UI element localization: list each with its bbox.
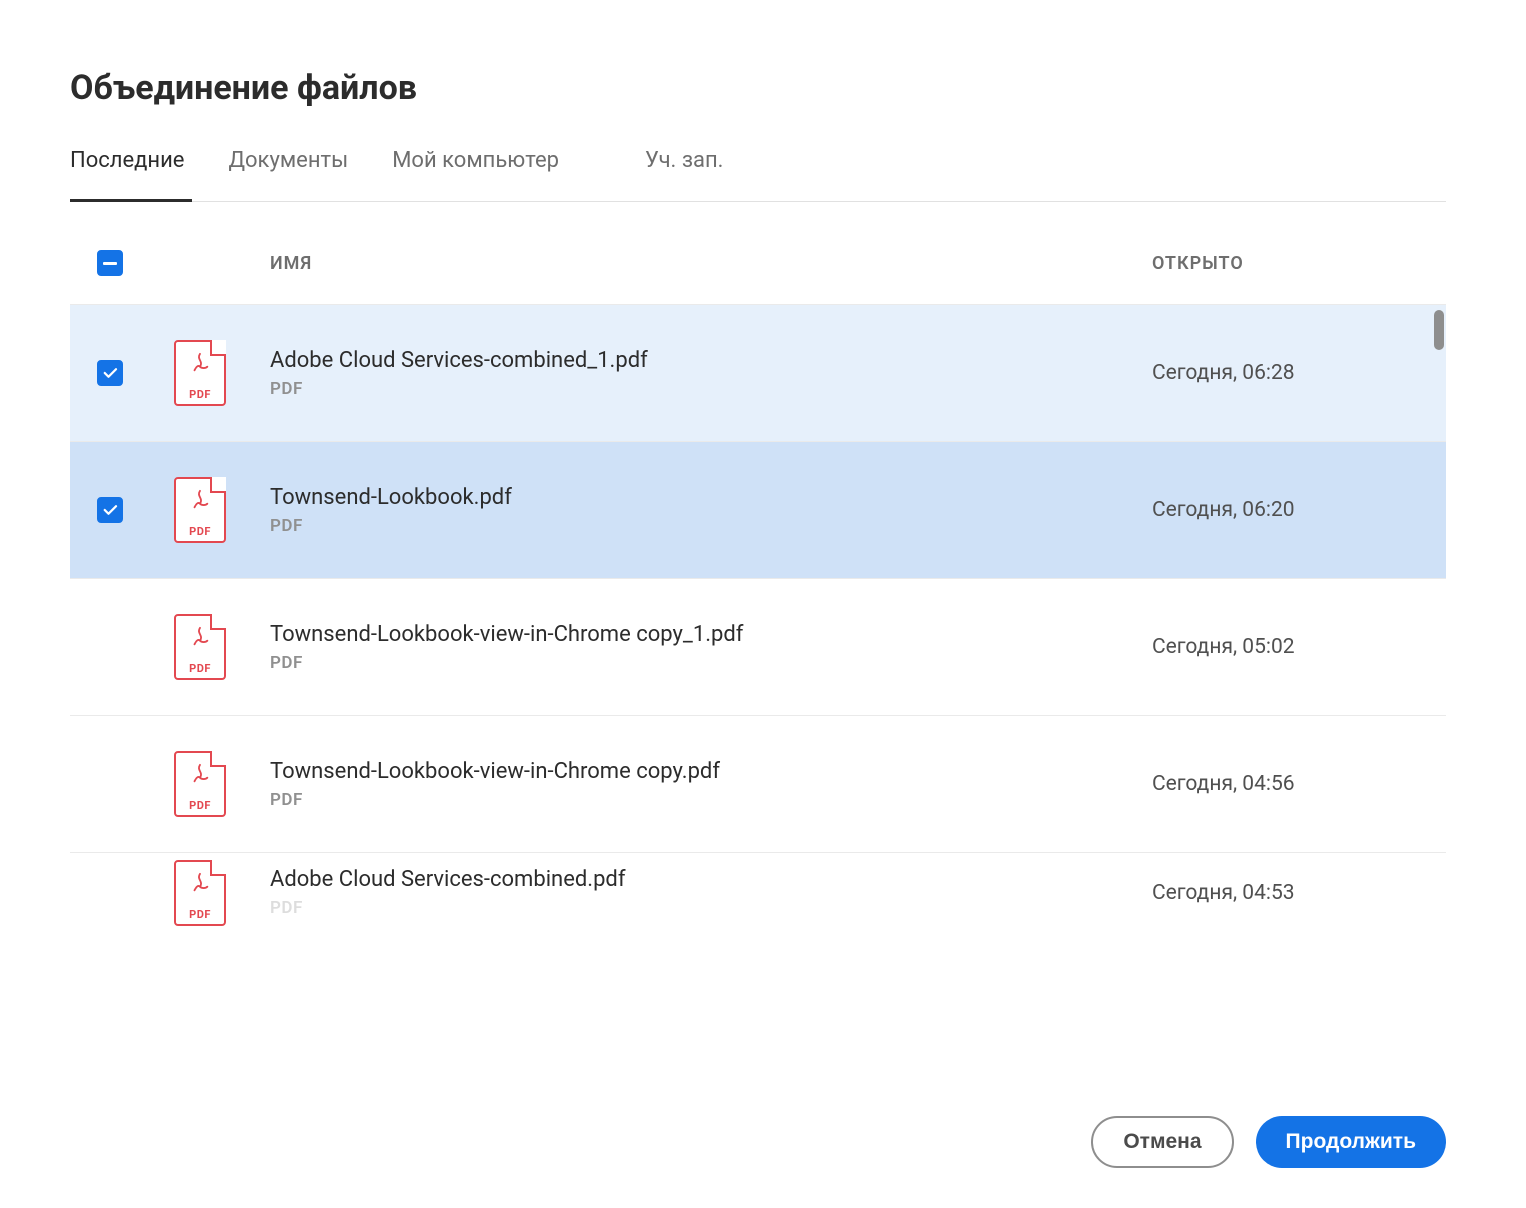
- file-ext-label: PDF: [176, 388, 224, 401]
- file-name: Townsend-Lookbook.pdf: [270, 485, 1152, 510]
- file-name: Townsend-Lookbook-view-in-Chrome copy_1.…: [270, 622, 1152, 647]
- file-type: PDF: [270, 379, 1152, 399]
- file-type: PDF: [270, 898, 1152, 918]
- tab-documents[interactable]: Документы: [228, 136, 348, 201]
- dialog-title: Объединение файлов: [70, 68, 1446, 108]
- file-list: PDF Adobe Cloud Services-combined_1.pdf …: [70, 304, 1446, 1060]
- cancel-button[interactable]: Отмена: [1091, 1116, 1233, 1168]
- file-type: PDF: [270, 653, 1152, 673]
- column-header-opened[interactable]: ОТКРЫТО: [1152, 253, 1432, 274]
- file-row[interactable]: PDF Townsend-Lookbook.pdf PDF Сегодня, 0…: [70, 441, 1446, 578]
- file-name: Adobe Cloud Services-combined_1.pdf: [270, 348, 1152, 373]
- pdf-file-icon: PDF: [174, 477, 226, 543]
- file-opened-date: Сегодня, 05:02: [1152, 635, 1432, 659]
- file-opened-date: Сегодня, 06:28: [1152, 361, 1432, 385]
- file-checkbox[interactable]: [97, 634, 123, 660]
- check-icon: [101, 501, 119, 519]
- file-opened-date: Сегодня, 04:56: [1152, 772, 1432, 796]
- scrollbar-thumb[interactable]: [1434, 310, 1444, 350]
- select-all-checkbox[interactable]: [97, 250, 123, 276]
- file-checkbox[interactable]: [97, 880, 123, 906]
- pdf-file-icon: PDF: [174, 340, 226, 406]
- file-name: Adobe Cloud Services-combined.pdf: [270, 867, 1152, 892]
- pdf-file-icon: PDF: [174, 614, 226, 680]
- continue-button[interactable]: Продолжить: [1256, 1116, 1446, 1168]
- file-opened-date: Сегодня, 04:53: [1152, 881, 1432, 905]
- tab-my-computer[interactable]: Мой компьютер: [392, 136, 559, 201]
- file-ext-label: PDF: [176, 525, 224, 538]
- tab-account[interactable]: Уч. зап.: [645, 136, 723, 201]
- file-ext-label: PDF: [176, 799, 224, 812]
- tabs-bar: Последние Документы Мой компьютер Уч. за…: [70, 136, 1446, 202]
- file-list-container: ИМЯ ОТКРЫТО PDF Adobe Cloud Services-com…: [70, 202, 1446, 1060]
- check-icon: [101, 364, 119, 382]
- file-name: Townsend-Lookbook-view-in-Chrome copy.pd…: [270, 759, 1152, 784]
- column-header-name[interactable]: ИМЯ: [270, 253, 1152, 274]
- file-type: PDF: [270, 516, 1152, 536]
- pdf-file-icon: PDF: [174, 751, 226, 817]
- file-row[interactable]: PDF Townsend-Lookbook-view-in-Chrome cop…: [70, 578, 1446, 715]
- file-ext-label: PDF: [176, 662, 224, 675]
- file-row[interactable]: PDF Townsend-Lookbook-view-in-Chrome cop…: [70, 715, 1446, 852]
- file-opened-date: Сегодня, 06:20: [1152, 498, 1432, 522]
- file-type: PDF: [270, 790, 1152, 810]
- file-checkbox[interactable]: [97, 360, 123, 386]
- file-checkbox[interactable]: [97, 497, 123, 523]
- pdf-file-icon: PDF: [174, 860, 226, 926]
- file-checkbox[interactable]: [97, 771, 123, 797]
- dialog-footer: Отмена Продолжить: [70, 1060, 1446, 1168]
- list-header: ИМЯ ОТКРЫТО: [70, 202, 1446, 304]
- file-row[interactable]: PDF Adobe Cloud Services-combined_1.pdf …: [70, 304, 1446, 441]
- tab-recent[interactable]: Последние: [70, 136, 184, 201]
- file-ext-label: PDF: [176, 908, 224, 921]
- file-row[interactable]: PDF Adobe Cloud Services-combined.pdf PD…: [70, 852, 1446, 932]
- scrollbar[interactable]: [1432, 304, 1446, 1060]
